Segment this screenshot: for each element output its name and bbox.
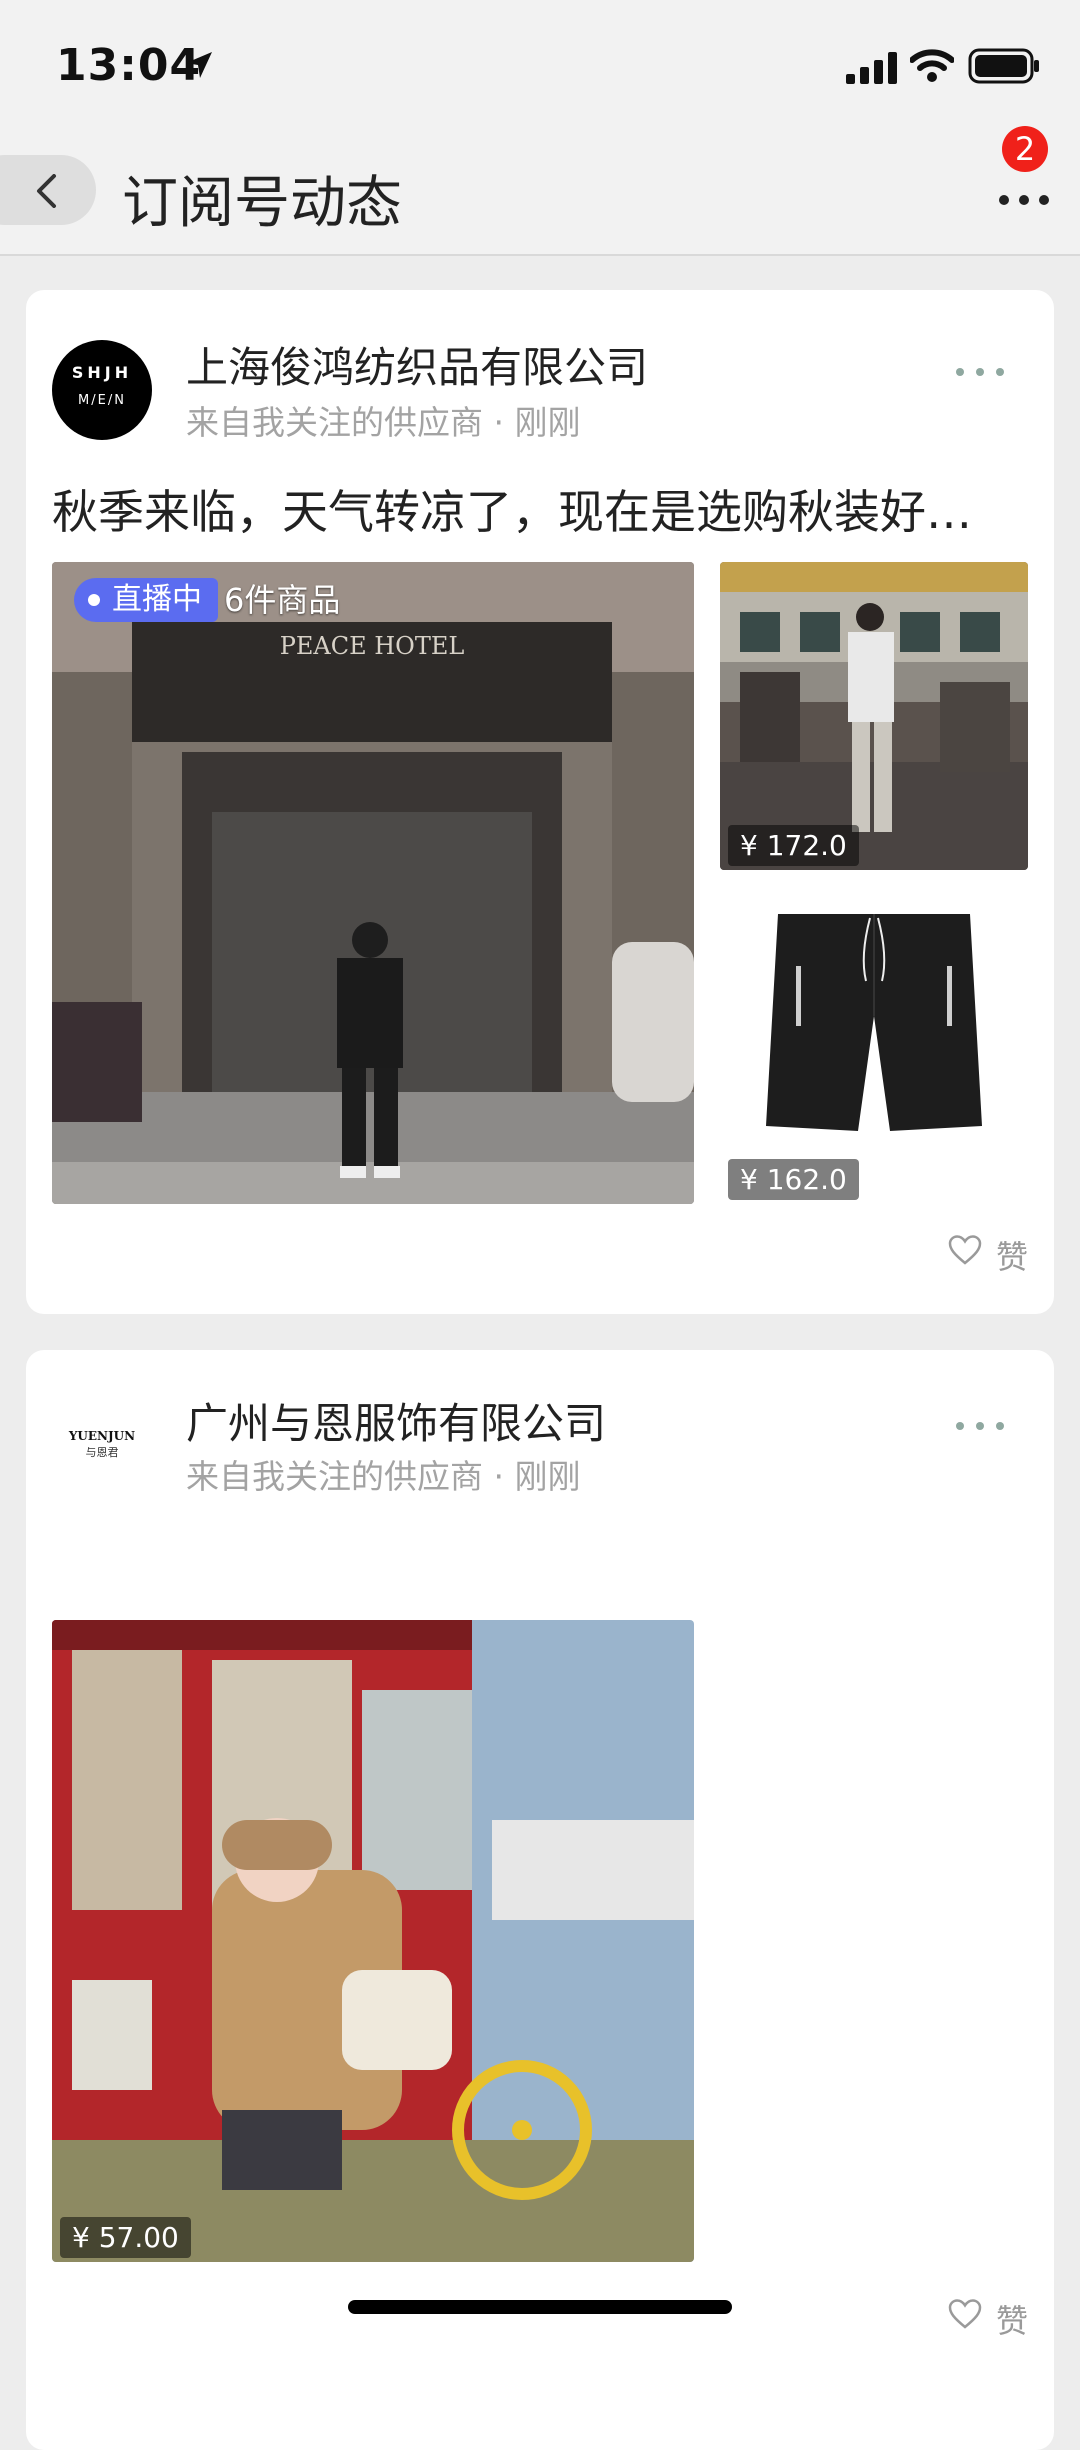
cellular-signal-icon [846,52,897,84]
item-count: 6件商品 [224,581,341,619]
company-name[interactable]: 广州与恩服饰有限公司 [186,1390,676,1451]
product-thumbnail[interactable]: ¥ 172.0 [720,562,1028,870]
card-more-icon[interactable] [954,364,1006,380]
chevron-left-icon [37,174,56,208]
live-photo[interactable]: PEACE HOTEL 直播中 6件商品 [52,562,694,1204]
battery-icon [968,48,1039,84]
popcorn-cart-photo [52,1620,694,2262]
notification-badge: 2 [1002,126,1048,172]
svg-text:M/E/N: M/E/N [78,393,126,408]
live-badge[interactable]: 直播中 [74,578,218,622]
supplier-avatar[interactable]: YUENJUN 与恩君 [52,1392,152,1492]
more-options-icon[interactable] [994,180,1054,220]
heart-icon [948,1235,982,1265]
product-price: ¥ 57.00 [60,2217,191,2258]
svg-text:PEACE HOTEL: PEACE HOTEL [280,632,465,660]
home-indicator[interactable] [348,2300,732,2314]
svg-text:与恩君: 与恩君 [86,1446,119,1459]
post-text[interactable]: 秋季来临，天气转凉了，现在是选购秋装好时机 [52,476,1012,542]
product-thumbnail[interactable]: ¥ 57.00 [52,1620,694,2262]
supplier-avatar[interactable]: SHJH M/E/N [52,340,152,440]
status-time: 13:04 [56,40,202,91]
page-title: 订阅号动态 [122,171,402,236]
post-source: 来自我关注的供应商 · 刚刚 [186,403,581,442]
card-more-icon[interactable] [954,1418,1006,1434]
live-label: 直播中 [112,582,202,617]
supplier-logo: YUENJUN 与恩君 [68,1429,135,1459]
svg-text:SHJH: SHJH [72,363,132,382]
wifi-icon [910,49,954,82]
like-label: 赞 [995,1238,1028,1276]
location-arrow-icon [186,52,212,78]
feed-card: SHJH M/E/N 上海俊鸿纺织品有限公司 来自我关注的供应商 · 刚刚 秋季… [26,290,1054,1314]
product-thumbnail[interactable]: ¥ 162.0 [720,896,1028,1204]
heart-icon [948,2299,982,2329]
company-name[interactable]: 上海俊鸿纺织品有限公司 [186,334,676,395]
live-dot-icon [88,594,100,606]
like-label: 赞 [995,2302,1028,2340]
status-bar: 13:04 [0,0,1080,130]
street-model-photo [720,562,1028,870]
product-price: ¥ 172.0 [728,825,859,866]
product-price: ¥ 162.0 [728,1159,859,1200]
like-button[interactable]: 赞 [938,2296,1028,2340]
svg-text:YUENJUN: YUENJUN [68,1429,135,1443]
nav-bar: 订阅号动态 [0,130,1080,256]
black-shorts-photo [720,896,1028,1204]
like-button[interactable]: 赞 [938,1232,1028,1276]
post-source: 来自我关注的供应商 · 刚刚 [186,1457,581,1496]
back-button[interactable] [0,155,96,225]
supplier-logo: SHJH M/E/N [72,363,132,408]
hotel-street-photo: PEACE HOTEL [52,562,694,1204]
feed-card: YUENJUN 与恩君 广州与恩服饰有限公司 来自我关注的供应商 · 刚刚 ¥ … [26,1350,1054,2450]
